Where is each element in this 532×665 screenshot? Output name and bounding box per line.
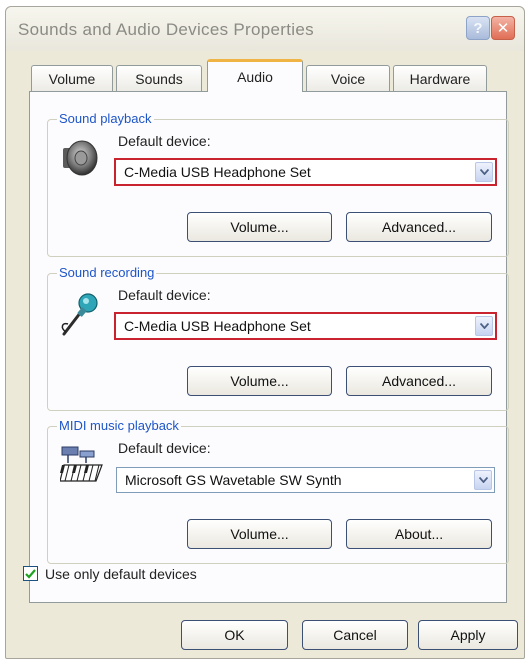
recording-advanced-button[interactable]: Advanced... <box>346 366 492 396</box>
midi-default-device-label: Default device: <box>118 440 211 456</box>
audio-tab-panel: Sound playback Default device: C-Media U… <box>29 91 509 603</box>
tab-voice[interactable]: Voice <box>306 65 390 91</box>
midi-about-button[interactable]: About... <box>346 519 492 549</box>
tab-audio[interactable]: Audio <box>207 59 303 92</box>
sound-recording-label: Sound recording <box>57 265 157 280</box>
close-icon: ✕ <box>496 20 510 37</box>
apply-label: Apply <box>450 627 486 643</box>
sound-recording-group: Sound recording Default device: C-Media … <box>47 265 509 411</box>
tab-volume[interactable]: Volume <box>31 65 113 91</box>
close-button[interactable]: ✕ <box>491 16 515 40</box>
ok-button[interactable]: OK <box>181 620 288 650</box>
midi-volume-button[interactable]: Volume... <box>187 519 332 549</box>
help-button[interactable]: ? <box>466 16 490 40</box>
tab-hardware[interactable]: Hardware <box>393 65 487 91</box>
cancel-button[interactable]: Cancel <box>302 620 408 650</box>
midi-device-select[interactable]: Microsoft GS Wavetable SW Synth <box>116 467 495 493</box>
midi-playback-label: MIDI music playback <box>57 418 181 433</box>
playback-default-device-label: Default device: <box>118 133 211 149</box>
midi-volume-label: Volume... <box>230 526 289 542</box>
playback-volume-label: Volume... <box>230 219 289 235</box>
recording-volume-label: Volume... <box>230 373 289 389</box>
playback-device-select[interactable]: C-Media USB Headphone Set <box>114 158 497 186</box>
tab-sounds-label: Sounds <box>135 70 183 87</box>
playback-volume-button[interactable]: Volume... <box>187 212 332 242</box>
ok-label: OK <box>224 627 245 643</box>
midi-device-value: Microsoft GS Wavetable SW Synth <box>125 472 342 488</box>
microphone-icon <box>61 293 98 336</box>
playback-advanced-button[interactable]: Advanced... <box>346 212 492 242</box>
tab-hardware-label: Hardware <box>409 70 471 87</box>
playback-device-value: C-Media USB Headphone Set <box>124 164 311 180</box>
recording-device-value: C-Media USB Headphone Set <box>124 318 311 334</box>
midi-playback-group: MIDI music playback Default device: Micr… <box>47 418 509 564</box>
title-bar[interactable]: Sounds and Audio Devices Properties ? ✕ <box>6 7 524 51</box>
chevron-down-icon <box>475 316 493 336</box>
checkmark-icon <box>25 568 36 579</box>
properties-window: Sounds and Audio Devices Properties ? ✕ … <box>5 6 525 659</box>
use-default-devices-label[interactable]: Use only default devices <box>45 566 197 582</box>
midi-about-label: About... <box>394 526 444 542</box>
playback-advanced-label: Advanced... <box>382 219 456 235</box>
cancel-label: Cancel <box>333 627 377 643</box>
help-icon: ? <box>473 19 483 37</box>
window-title: Sounds and Audio Devices Properties <box>18 20 314 39</box>
recording-default-device-label: Default device: <box>118 287 211 303</box>
recording-volume-button[interactable]: Volume... <box>187 366 332 396</box>
speaker-icon <box>63 140 98 176</box>
recording-advanced-label: Advanced... <box>382 373 456 389</box>
tab-audio-label: Audio <box>237 69 273 85</box>
tab-volume-label: Volume <box>48 70 96 87</box>
tab-voice-label: Voice <box>330 70 366 87</box>
chevron-down-icon <box>475 162 493 182</box>
sound-playback-label: Sound playback <box>57 111 154 126</box>
tab-sounds[interactable]: Sounds <box>116 65 202 91</box>
midi-keyboard-icon <box>60 446 103 482</box>
use-default-devices-checkbox[interactable] <box>23 566 38 581</box>
sound-playback-group: Sound playback Default device: C-Media U… <box>47 111 509 257</box>
chevron-down-icon <box>474 470 492 490</box>
recording-device-select[interactable]: C-Media USB Headphone Set <box>114 312 497 340</box>
apply-button[interactable]: Apply <box>418 620 518 650</box>
